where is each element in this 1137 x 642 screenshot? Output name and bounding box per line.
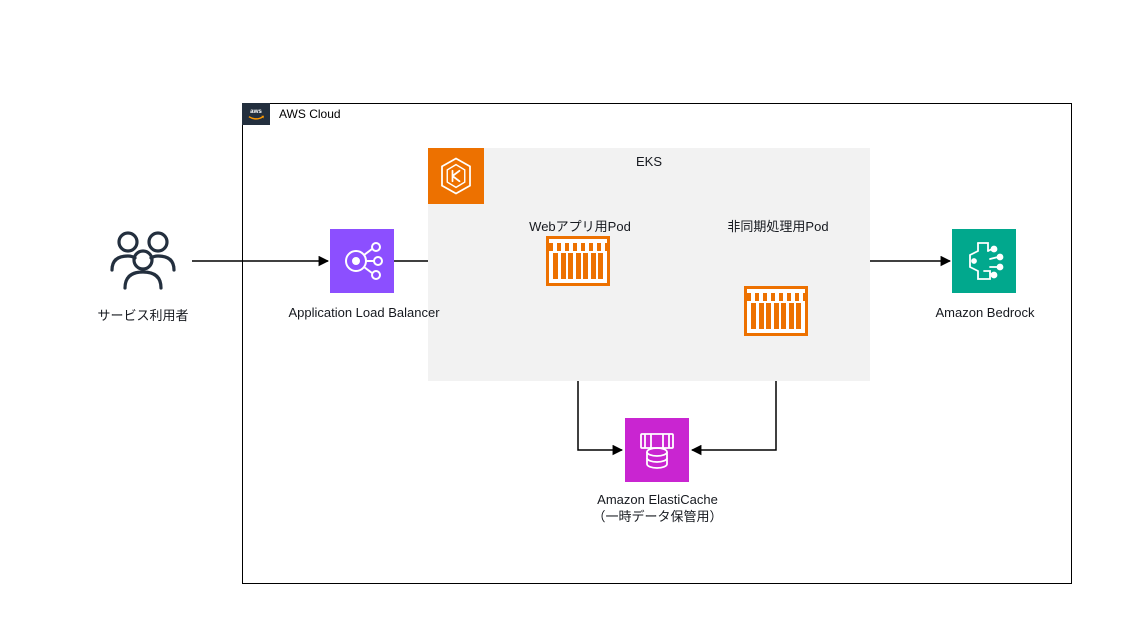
elasticache-icon	[625, 418, 689, 482]
eks-icon	[428, 148, 484, 204]
eks-label: EKS	[428, 154, 870, 169]
svg-text:aws: aws	[250, 108, 262, 115]
alb-icon	[330, 229, 394, 293]
bedrock-label: Amazon Bedrock	[920, 305, 1050, 320]
web-pod-label: Webアプリ用Pod	[520, 216, 640, 235]
web-pod-icon	[546, 236, 610, 286]
async-pod-icon	[744, 286, 808, 336]
alb-label: Application Load Balancer	[280, 305, 448, 320]
service-users-label: サービス利用者	[88, 305, 198, 324]
diagram-canvas: aws AWS Cloud EKS	[0, 0, 1137, 642]
elasticache-label: Amazon ElastiCache （一時データ保管用）	[580, 492, 735, 526]
aws-logo-icon: aws	[242, 103, 270, 125]
aws-cloud-label: AWS Cloud	[279, 107, 341, 121]
async-pod-label: 非同期処理用Pod	[718, 216, 838, 235]
eks-container: EKS	[428, 148, 870, 381]
bedrock-icon	[952, 229, 1016, 293]
service-users-icon	[98, 226, 188, 296]
